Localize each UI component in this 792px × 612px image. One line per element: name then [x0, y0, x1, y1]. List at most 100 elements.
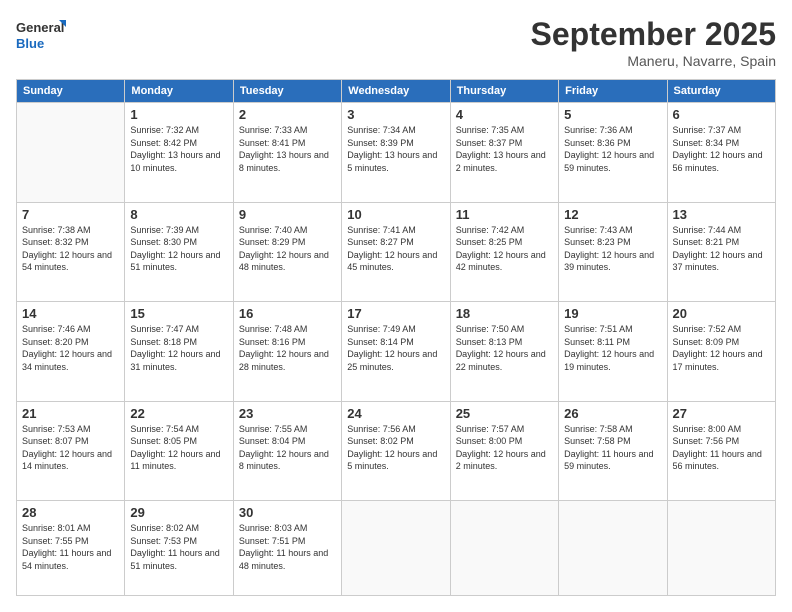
- svg-text:General: General: [16, 20, 64, 35]
- day-number: 27: [673, 406, 770, 421]
- day-info: Sunrise: 7:49 AM Sunset: 8:14 PM Dayligh…: [347, 323, 444, 373]
- week-row-1: 1Sunrise: 7:32 AM Sunset: 8:42 PM Daylig…: [17, 103, 776, 203]
- header-thursday: Thursday: [450, 80, 558, 103]
- day-number: 26: [564, 406, 661, 421]
- table-cell: 18Sunrise: 7:50 AM Sunset: 8:13 PM Dayli…: [450, 302, 558, 402]
- day-number: 24: [347, 406, 444, 421]
- day-number: 15: [130, 306, 227, 321]
- day-info: Sunrise: 7:54 AM Sunset: 8:05 PM Dayligh…: [130, 423, 227, 473]
- table-cell: 10 Sunrise: 7:41 AM Sunset: 8:27 PM Dayli…: [342, 202, 450, 302]
- table-cell: 27 Sunrise: 8:00 AM Sunset: 7:56 PM Dayli…: [667, 401, 775, 501]
- week-row-4: 21 Sunrise: 7:53 AM Sunset: 8:07 PM Dayli…: [17, 401, 776, 501]
- day-number: 1: [130, 107, 227, 122]
- header: General Blue September 2025 Maneru, Nava…: [16, 16, 776, 69]
- day-info: Sunrise: 7:51 AM Sunset: 8:11 PM Dayligh…: [564, 323, 661, 373]
- day-info: Sunrise: 8:00 AM Sunset: 7:56 PM Dayligh…: [673, 423, 770, 473]
- table-cell: 16 Sunrise: 7:48 AM Sunset: 8:16 PM Dayli…: [233, 302, 341, 402]
- table-cell: [667, 501, 775, 596]
- day-info: Sunrise: 7:47 AM Sunset: 8:18 PM Dayligh…: [130, 323, 227, 373]
- day-info: Sunrise: 8:02 AM Sunset: 7:53 PM Dayligh…: [130, 522, 227, 572]
- day-info: Sunrise: 7:48 AM Sunset: 8:16 PM Dayligh…: [239, 323, 336, 373]
- logo: General Blue: [16, 16, 66, 54]
- day-info: Sunrise: 7:58 AM Sunset: 7:58 PM Dayligh…: [564, 423, 661, 473]
- header-monday: Monday: [125, 80, 233, 103]
- day-number: 23: [239, 406, 336, 421]
- day-number: 9: [239, 207, 336, 222]
- day-info: Sunrise: 7:35 AM Sunset: 8:37 PM Dayligh…: [456, 124, 553, 174]
- table-cell: 22Sunrise: 7:54 AM Sunset: 8:05 PM Dayli…: [125, 401, 233, 501]
- day-number: 21: [22, 406, 119, 421]
- page: General Blue September 2025 Maneru, Nava…: [0, 0, 792, 612]
- table-cell: 15 Sunrise: 7:47 AM Sunset: 8:18 PM Dayli…: [125, 302, 233, 402]
- table-cell: [559, 501, 667, 596]
- day-number: 28: [22, 505, 119, 520]
- day-number: 13: [673, 207, 770, 222]
- table-cell: 29 Sunrise: 8:02 AM Sunset: 7:53 PM Dayli…: [125, 501, 233, 596]
- day-info: Sunrise: 7:41 AM Sunset: 8:27 PM Dayligh…: [347, 224, 444, 274]
- table-cell: 11Sunrise: 7:42 AM Sunset: 8:25 PM Dayli…: [450, 202, 558, 302]
- day-info: Sunrise: 8:03 AM Sunset: 7:51 PM Dayligh…: [239, 522, 336, 572]
- week-row-3: 14 Sunrise: 7:46 AM Sunset: 8:20 PM Dayli…: [17, 302, 776, 402]
- table-cell: [342, 501, 450, 596]
- table-cell: 23 Sunrise: 7:55 AM Sunset: 8:04 PM Dayli…: [233, 401, 341, 501]
- day-info: Sunrise: 7:55 AM Sunset: 8:04 PM Dayligh…: [239, 423, 336, 473]
- week-row-2: 7Sunrise: 7:38 AM Sunset: 8:32 PM Daylig…: [17, 202, 776, 302]
- table-cell: 12 Sunrise: 7:43 AM Sunset: 8:23 PM Dayli…: [559, 202, 667, 302]
- day-number: 3: [347, 107, 444, 122]
- day-info: Sunrise: 7:34 AM Sunset: 8:39 PM Dayligh…: [347, 124, 444, 174]
- day-number: 25: [456, 406, 553, 421]
- table-cell: 3 Sunrise: 7:34 AM Sunset: 8:39 PM Daylig…: [342, 103, 450, 203]
- day-info: Sunrise: 7:39 AM Sunset: 8:30 PM Dayligh…: [130, 224, 227, 274]
- day-number: 29: [130, 505, 227, 520]
- title-section: September 2025 Maneru, Navarre, Spain: [531, 16, 776, 69]
- logo-svg: General Blue: [16, 16, 66, 54]
- table-cell: 20 Sunrise: 7:52 AM Sunset: 8:09 PM Dayli…: [667, 302, 775, 402]
- day-number: 19: [564, 306, 661, 321]
- header-friday: Friday: [559, 80, 667, 103]
- table-cell: 17Sunrise: 7:49 AM Sunset: 8:14 PM Dayli…: [342, 302, 450, 402]
- location: Maneru, Navarre, Spain: [531, 53, 776, 69]
- day-number: 18: [456, 306, 553, 321]
- day-info: Sunrise: 7:43 AM Sunset: 8:23 PM Dayligh…: [564, 224, 661, 274]
- table-cell: 13 Sunrise: 7:44 AM Sunset: 8:21 PM Dayli…: [667, 202, 775, 302]
- table-cell: 7Sunrise: 7:38 AM Sunset: 8:32 PM Daylig…: [17, 202, 125, 302]
- svg-text:Blue: Blue: [16, 36, 44, 51]
- day-number: 14: [22, 306, 119, 321]
- day-info: Sunrise: 7:52 AM Sunset: 8:09 PM Dayligh…: [673, 323, 770, 373]
- day-number: 5: [564, 107, 661, 122]
- day-number: 4: [456, 107, 553, 122]
- header-saturday: Saturday: [667, 80, 775, 103]
- day-info: Sunrise: 7:46 AM Sunset: 8:20 PM Dayligh…: [22, 323, 119, 373]
- calendar-table: Sunday Monday Tuesday Wednesday Thursday…: [16, 79, 776, 596]
- day-number: 20: [673, 306, 770, 321]
- day-info: Sunrise: 8:01 AM Sunset: 7:55 PM Dayligh…: [22, 522, 119, 572]
- header-sunday: Sunday: [17, 80, 125, 103]
- day-info: Sunrise: 7:42 AM Sunset: 8:25 PM Dayligh…: [456, 224, 553, 274]
- day-number: 16: [239, 306, 336, 321]
- weekday-header-row: Sunday Monday Tuesday Wednesday Thursday…: [17, 80, 776, 103]
- table-cell: 24 Sunrise: 7:56 AM Sunset: 8:02 PM Dayli…: [342, 401, 450, 501]
- table-cell: 25 Sunrise: 7:57 AM Sunset: 8:00 PM Dayli…: [450, 401, 558, 501]
- month-title: September 2025: [531, 16, 776, 53]
- day-info: Sunrise: 7:33 AM Sunset: 8:41 PM Dayligh…: [239, 124, 336, 174]
- day-info: Sunrise: 7:57 AM Sunset: 8:00 PM Dayligh…: [456, 423, 553, 473]
- table-cell: [17, 103, 125, 203]
- header-tuesday: Tuesday: [233, 80, 341, 103]
- day-number: 10: [347, 207, 444, 222]
- day-info: Sunrise: 7:44 AM Sunset: 8:21 PM Dayligh…: [673, 224, 770, 274]
- table-cell: 8 Sunrise: 7:39 AM Sunset: 8:30 PM Daylig…: [125, 202, 233, 302]
- day-info: Sunrise: 7:38 AM Sunset: 8:32 PM Dayligh…: [22, 224, 119, 274]
- table-cell: 28 Sunrise: 8:01 AM Sunset: 7:55 PM Dayli…: [17, 501, 125, 596]
- table-cell: 2Sunrise: 7:33 AM Sunset: 8:41 PM Daylig…: [233, 103, 341, 203]
- day-number: 12: [564, 207, 661, 222]
- table-cell: 30 Sunrise: 8:03 AM Sunset: 7:51 PM Dayli…: [233, 501, 341, 596]
- day-info: Sunrise: 7:56 AM Sunset: 8:02 PM Dayligh…: [347, 423, 444, 473]
- table-cell: [450, 501, 558, 596]
- week-row-5: 28 Sunrise: 8:01 AM Sunset: 7:55 PM Dayli…: [17, 501, 776, 596]
- table-cell: 21 Sunrise: 7:53 AM Sunset: 8:07 PM Dayli…: [17, 401, 125, 501]
- day-number: 8: [130, 207, 227, 222]
- table-cell: 4 Sunrise: 7:35 AM Sunset: 8:37 PM Daylig…: [450, 103, 558, 203]
- table-cell: 14 Sunrise: 7:46 AM Sunset: 8:20 PM Dayli…: [17, 302, 125, 402]
- day-number: 30: [239, 505, 336, 520]
- day-info: Sunrise: 7:53 AM Sunset: 8:07 PM Dayligh…: [22, 423, 119, 473]
